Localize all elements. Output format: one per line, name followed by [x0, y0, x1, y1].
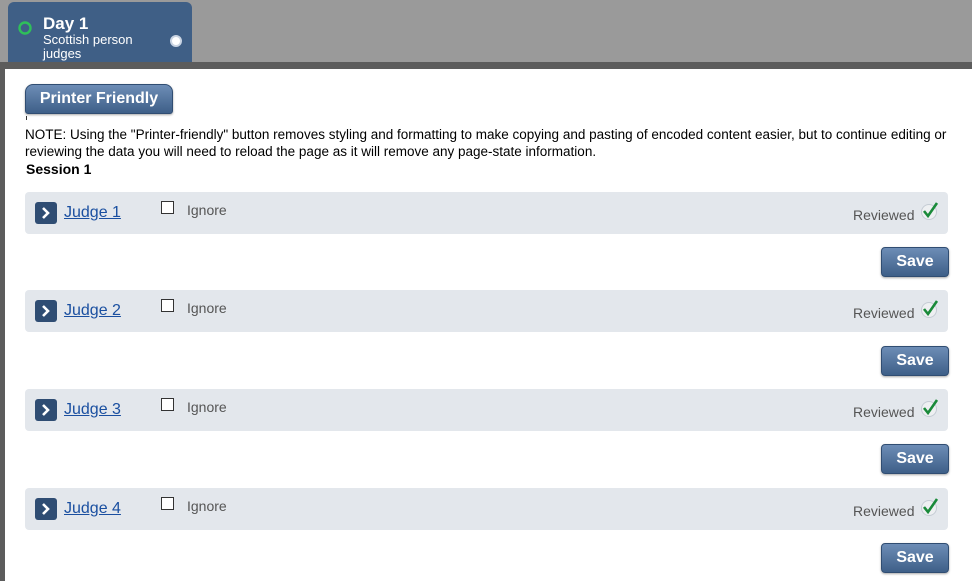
printer-friendly-note: NOTE: Using the "Printer-friendly" butto…: [25, 127, 947, 159]
reviewed-label: Reviewed: [853, 207, 915, 223]
ignore-checkbox[interactable]: [161, 299, 174, 312]
judge-row: Judge 2 Ignore Reviewed: [25, 290, 948, 332]
day-title: Day 1: [43, 14, 89, 33]
judge-link[interactable]: Judge 1: [64, 204, 121, 222]
expand-chevron-icon[interactable]: [35, 498, 57, 520]
save-button[interactable]: Save: [881, 247, 949, 277]
ignore-label: Ignore: [187, 498, 227, 514]
reviewed-label: Reviewed: [853, 305, 915, 321]
reviewed-check-icon: [921, 399, 939, 417]
ignore-checkbox[interactable]: [161, 201, 174, 214]
reviewed-check-icon: [921, 498, 939, 516]
save-button[interactable]: Save: [881, 543, 949, 573]
ignore-label: Ignore: [187, 399, 227, 415]
ignore-label: Ignore: [187, 202, 227, 218]
day-subtitle: Scottish person judges: [43, 32, 133, 61]
session-title: Session 1: [26, 161, 92, 177]
judge-link[interactable]: Judge 4: [64, 500, 121, 518]
save-button[interactable]: Save: [881, 346, 949, 376]
ignore-label: Ignore: [187, 300, 227, 316]
day-radio-icon[interactable]: [170, 35, 182, 47]
expand-chevron-icon[interactable]: [35, 202, 57, 224]
ignore-checkbox[interactable]: [161, 497, 174, 510]
content-panel: Printer Friendly NOTE: Using the "Printe…: [0, 62, 972, 581]
reviewed-label: Reviewed: [853, 503, 915, 519]
judge-row: Judge 4 Ignore Reviewed: [25, 488, 948, 530]
save-button[interactable]: Save: [881, 444, 949, 474]
cursor-mark: [26, 116, 27, 120]
judge-row: Judge 1 Ignore Reviewed: [25, 192, 948, 234]
ignore-checkbox[interactable]: [161, 398, 174, 411]
reviewed-check-icon: [921, 300, 939, 318]
printer-friendly-button[interactable]: Printer Friendly: [25, 84, 173, 114]
expand-chevron-icon[interactable]: [35, 300, 57, 322]
reviewed-label: Reviewed: [853, 404, 915, 420]
judge-link[interactable]: Judge 3: [64, 401, 121, 419]
reviewed-check-icon: [921, 202, 939, 220]
judge-row: Judge 3 Ignore Reviewed: [25, 389, 948, 431]
status-ring-icon: [18, 21, 32, 35]
content-area: Printer Friendly NOTE: Using the "Printe…: [5, 69, 972, 581]
expand-chevron-icon[interactable]: [35, 399, 57, 421]
day-tab[interactable]: Day 1 Scottish person judges: [8, 2, 192, 64]
judge-link[interactable]: Judge 2: [64, 302, 121, 320]
